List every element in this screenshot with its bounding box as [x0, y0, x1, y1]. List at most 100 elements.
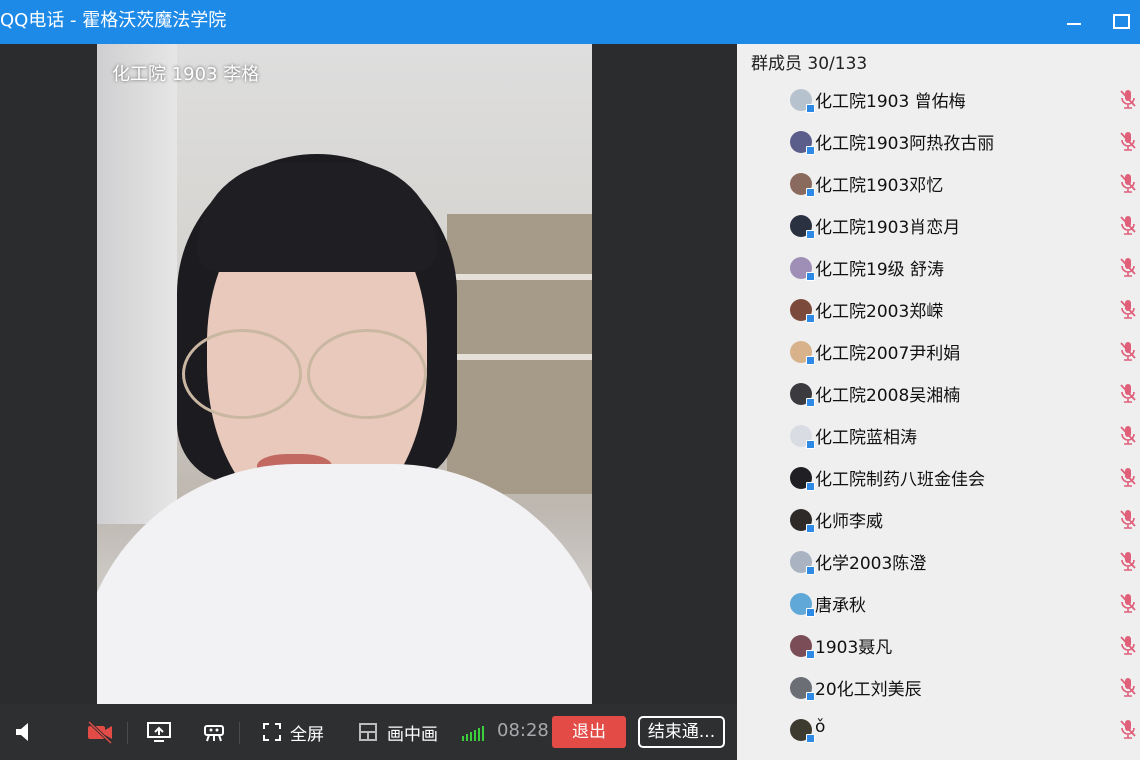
- avatar: [790, 551, 815, 575]
- mic-muted-icon[interactable]: [1119, 424, 1137, 446]
- pip-label: 画中画: [387, 724, 438, 745]
- mic-muted-icon[interactable]: [1119, 298, 1137, 320]
- member-row[interactable]: 化师李威: [737, 502, 1140, 544]
- mic-muted-icon[interactable]: [1119, 550, 1137, 572]
- mic-muted-icon[interactable]: [1119, 466, 1137, 488]
- member-name: 唐承秋: [815, 596, 866, 616]
- device-badge-icon: [806, 188, 815, 197]
- member-name: ǒ: [815, 717, 826, 737]
- mic-muted-icon[interactable]: [1119, 256, 1137, 278]
- fullscreen-button[interactable]: 全屏: [262, 704, 324, 760]
- member-name: 化工院1903阿热孜古丽: [815, 134, 995, 154]
- avatar: [790, 341, 815, 365]
- participant-name: 化工院 1903 李格: [112, 64, 260, 85]
- picture-in-picture-icon: [358, 722, 378, 742]
- mic-muted-icon[interactable]: [1119, 676, 1137, 698]
- gift-icon: [202, 720, 226, 744]
- member-row[interactable]: ǒ: [737, 712, 1140, 754]
- member-row[interactable]: 化工院制药八班金佳会: [737, 460, 1140, 502]
- device-badge-icon: [806, 272, 815, 281]
- mic-muted-icon[interactable]: [1119, 214, 1137, 236]
- window-title: QQ电话 - 霍格沃茨魔法学院: [0, 10, 227, 31]
- device-badge-icon: [806, 482, 815, 491]
- device-badge-icon: [806, 566, 815, 575]
- camera-toggle-button[interactable]: [86, 704, 114, 760]
- member-row[interactable]: 化工院2007尹利娟: [737, 334, 1140, 376]
- avatar: [790, 299, 815, 323]
- device-badge-icon: [806, 398, 815, 407]
- speaker-button[interactable]: [14, 704, 34, 760]
- member-name: 化师李威: [815, 512, 883, 532]
- device-badge-icon: [806, 314, 815, 323]
- member-name: 化学2003陈澄: [815, 554, 927, 574]
- screen-share-button[interactable]: [146, 704, 172, 760]
- mic-muted-icon[interactable]: [1119, 88, 1137, 110]
- member-name: 化工院1903邓忆: [815, 176, 944, 196]
- member-row[interactable]: 化工院蓝相涛: [737, 418, 1140, 460]
- signal-icon: [462, 721, 484, 741]
- device-badge-icon: [806, 146, 815, 155]
- avatar: [790, 131, 815, 155]
- avatar: [790, 215, 815, 239]
- mic-muted-icon[interactable]: [1119, 340, 1137, 362]
- member-name: 化工院蓝相涛: [815, 428, 917, 448]
- gift-button[interactable]: [202, 704, 226, 760]
- device-badge-icon: [806, 356, 815, 365]
- member-name: 化工院1903 曾佑梅: [815, 92, 966, 112]
- member-row[interactable]: 化工院1903 曾佑梅: [737, 82, 1140, 124]
- device-badge-icon: [806, 608, 815, 617]
- avatar: [790, 509, 815, 533]
- device-badge-icon: [806, 524, 815, 533]
- member-name: 20化工刘美辰: [815, 680, 922, 700]
- avatar: [790, 719, 815, 743]
- mic-muted-icon[interactable]: [1119, 718, 1137, 740]
- picture-in-picture-button[interactable]: 画中画: [358, 704, 438, 760]
- avatar: [790, 89, 815, 113]
- member-row[interactable]: 化工院1903邓忆: [737, 166, 1140, 208]
- member-row[interactable]: 化工院2003郑嵘: [737, 292, 1140, 334]
- member-row[interactable]: 化工院1903阿热孜古丽: [737, 124, 1140, 166]
- end-call-button[interactable]: 结束通...: [638, 716, 725, 748]
- mic-muted-icon[interactable]: [1119, 508, 1137, 530]
- mic-muted-icon[interactable]: [1119, 130, 1137, 152]
- device-badge-icon: [806, 230, 815, 239]
- mic-muted-icon[interactable]: [1119, 382, 1137, 404]
- avatar: [790, 677, 815, 701]
- exit-button[interactable]: 退出: [552, 716, 626, 748]
- mic-muted-icon[interactable]: [1119, 634, 1137, 656]
- avatar: [790, 257, 815, 281]
- video-stage: 化工院 1903 李格: [0, 44, 737, 704]
- mic-muted-icon[interactable]: [1119, 592, 1137, 614]
- member-row[interactable]: 1903聂凡: [737, 628, 1140, 670]
- call-toolbar: 全屏 画中画 08:28 退出 结束通...: [0, 704, 737, 760]
- mic-muted-icon[interactable]: [1119, 172, 1137, 194]
- maximize-button[interactable]: [1106, 8, 1134, 34]
- call-timer: 08:28: [497, 720, 549, 741]
- participant-video[interactable]: 化工院 1903 李格: [97, 44, 592, 704]
- member-name: 化工院1903肖恋月: [815, 218, 961, 238]
- member-row[interactable]: 化工院2008吴湘楠: [737, 376, 1140, 418]
- device-badge-icon: [806, 650, 815, 659]
- fullscreen-icon: [262, 722, 282, 742]
- member-name: 1903聂凡: [815, 638, 893, 658]
- fullscreen-label: 全屏: [290, 724, 324, 745]
- member-name: 化工院2008吴湘楠: [815, 386, 961, 406]
- device-badge-icon: [806, 692, 815, 701]
- title-bar: QQ电话 - 霍格沃茨魔法学院: [0, 0, 1140, 44]
- speaker-icon: [14, 721, 34, 743]
- avatar: [790, 383, 815, 407]
- screen-share-icon: [146, 721, 172, 743]
- member-row[interactable]: 化工院1903肖恋月: [737, 208, 1140, 250]
- avatar: [790, 173, 815, 197]
- member-row[interactable]: 20化工刘美辰: [737, 670, 1140, 712]
- minimize-button[interactable]: [1060, 8, 1088, 34]
- avatar: [790, 425, 815, 449]
- member-row[interactable]: 唐承秋: [737, 586, 1140, 628]
- member-count-header: 群成员 30/133: [751, 54, 868, 74]
- member-panel: 群成员 30/133 化工院1903 曾佑梅化工院1903阿热孜古丽 化工院190…: [737, 44, 1140, 760]
- device-badge-icon: [806, 440, 815, 449]
- member-row[interactable]: 化学2003陈澄: [737, 544, 1140, 586]
- member-name: 化工院制药八班金佳会: [815, 470, 985, 490]
- avatar: [790, 467, 815, 491]
- member-row[interactable]: 化工院19级 舒涛: [737, 250, 1140, 292]
